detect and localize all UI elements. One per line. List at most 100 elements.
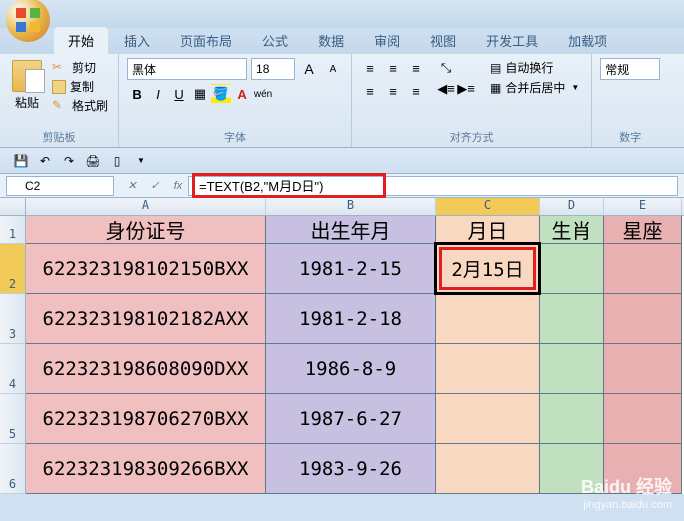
orientation-icon[interactable]: ⤡ <box>436 58 456 78</box>
qat-dropdown-icon[interactable]: ▼ <box>130 151 152 171</box>
cell-C5[interactable] <box>436 394 540 444</box>
tab-数据[interactable]: 数据 <box>304 27 358 54</box>
align-top-icon[interactable]: ≡ <box>360 58 380 78</box>
align-bottom-icon[interactable]: ≡ <box>406 58 426 78</box>
font-family-select[interactable] <box>127 58 247 80</box>
increase-indent-icon[interactable]: ▶≡ <box>456 79 476 99</box>
paste-label: 粘贴 <box>15 94 39 111</box>
number-group-label: 数字 <box>600 129 660 145</box>
copy-button[interactable]: 复制 <box>50 77 110 96</box>
row-header-3[interactable]: 3 <box>0 294 26 344</box>
tab-页面布局[interactable]: 页面布局 <box>166 27 246 54</box>
cell-A4[interactable]: 622323198608090DXX <box>26 344 266 394</box>
save-icon[interactable]: 💾 <box>10 151 32 171</box>
italic-button[interactable]: I <box>148 84 168 104</box>
cell-E4[interactable] <box>604 344 682 394</box>
align-left-icon[interactable]: ≡ <box>360 81 380 101</box>
cell-B4[interactable]: 1986-8-9 <box>266 344 436 394</box>
merge-center-button[interactable]: ▦合并后居中▼ <box>486 78 583 97</box>
border-button[interactable]: ▦ <box>190 84 210 104</box>
row-header-4[interactable]: 4 <box>0 344 26 394</box>
tab-开发工具[interactable]: 开发工具 <box>472 27 552 54</box>
cell-D2[interactable] <box>540 244 604 294</box>
tab-审阅[interactable]: 审阅 <box>360 27 414 54</box>
number-format-select[interactable] <box>600 58 660 80</box>
format-painter-label: 格式刷 <box>72 97 108 114</box>
cell-D1[interactable]: 生肖 <box>540 216 604 244</box>
alignment-group: ≡ ≡ ≡ ≡ ≡ ≡ ⤡ ◀≡ ▶≡ ▤自动换行 ▦合并后居中▼ 对齐方式 <box>352 54 592 147</box>
cell-C6[interactable] <box>436 444 540 494</box>
cell-E3[interactable] <box>604 294 682 344</box>
row-header-2[interactable]: 2 <box>0 244 26 294</box>
cell-B1[interactable]: 出生年月 <box>266 216 436 244</box>
paste-button[interactable]: 粘贴 <box>8 58 46 115</box>
align-right-icon[interactable]: ≡ <box>406 81 426 101</box>
name-box[interactable]: C2 <box>6 176 114 196</box>
cell-D3[interactable] <box>540 294 604 344</box>
row-header-6[interactable]: 6 <box>0 444 26 494</box>
bold-button[interactable]: B <box>127 84 147 104</box>
cell-D4[interactable] <box>540 344 604 394</box>
print-preview-icon[interactable]: 🖨 <box>82 151 104 171</box>
underline-button[interactable]: U <box>169 84 189 104</box>
cell-E2[interactable] <box>604 244 682 294</box>
enter-icon[interactable]: ✓ <box>145 177 165 195</box>
new-icon[interactable]: ▯ <box>106 151 128 171</box>
col-header-B[interactable]: B <box>266 198 436 215</box>
align-middle-icon[interactable]: ≡ <box>383 58 403 78</box>
fill-color-button[interactable]: 🪣 <box>211 84 231 104</box>
row-header-1[interactable]: 1 <box>0 216 26 244</box>
cell-D5[interactable] <box>540 394 604 444</box>
font-color-button[interactable]: A <box>232 84 252 104</box>
cell-B6[interactable]: 1983-9-26 <box>266 444 436 494</box>
cell-B5[interactable]: 1987-6-27 <box>266 394 436 444</box>
copy-icon <box>52 80 66 94</box>
cancel-icon[interactable]: ✕ <box>122 177 142 195</box>
tab-公式[interactable]: 公式 <box>248 27 302 54</box>
font-group-label: 字体 <box>127 129 343 145</box>
redo-icon[interactable]: ↷ <box>58 151 80 171</box>
ribbon-tabs: 开始插入页面布局公式数据审阅视图开发工具加载项 <box>0 28 684 54</box>
increase-font-icon[interactable]: A <box>299 59 319 79</box>
align-center-icon[interactable]: ≡ <box>383 81 403 101</box>
col-header-C[interactable]: C <box>436 198 540 215</box>
format-painter-button[interactable]: ✎格式刷 <box>50 96 110 115</box>
cell-C1[interactable]: 月日 <box>436 216 540 244</box>
cell-B3[interactable]: 1981-2-18 <box>266 294 436 344</box>
decrease-indent-icon[interactable]: ◀≡ <box>436 79 456 99</box>
cell-C3[interactable] <box>436 294 540 344</box>
clipboard-group: 粘贴 ✂剪切 复制 ✎格式刷 剪贴板 <box>0 54 119 147</box>
paste-icon <box>12 60 42 92</box>
column-headers: A B C D E <box>0 198 684 216</box>
select-all-corner[interactable] <box>0 198 26 215</box>
formula-input[interactable]: =TEXT(B2,"M月D日") <box>188 176 678 196</box>
cell-A6[interactable]: 622323198309266BXX <box>26 444 266 494</box>
worksheet-grid[interactable]: A B C D E 1 身份证号 出生年月 月日 生肖 星座 2 6223231… <box>0 198 684 494</box>
dropdown-icon: ▼ <box>571 83 579 92</box>
cell-C4[interactable] <box>436 344 540 394</box>
cell-B2[interactable]: 1981-2-15 <box>266 244 436 294</box>
row-header-5[interactable]: 5 <box>0 394 26 444</box>
tab-开始[interactable]: 开始 <box>54 27 108 54</box>
tab-插入[interactable]: 插入 <box>110 27 164 54</box>
tab-视图[interactable]: 视图 <box>416 27 470 54</box>
cell-A3[interactable]: 622323198102182AXX <box>26 294 266 344</box>
tab-加载项[interactable]: 加载项 <box>554 27 621 54</box>
font-size-select[interactable] <box>251 58 295 80</box>
cut-button[interactable]: ✂剪切 <box>50 58 110 77</box>
col-header-D[interactable]: D <box>540 198 604 215</box>
phonetic-button[interactable]: wén <box>253 84 273 104</box>
fx-icon[interactable]: fx <box>168 177 188 195</box>
cell-A5[interactable]: 622323198706270BXX <box>26 394 266 444</box>
undo-icon[interactable]: ↶ <box>34 151 56 171</box>
decrease-font-icon[interactable]: A <box>323 59 343 79</box>
col-header-A[interactable]: A <box>26 198 266 215</box>
cell-E1[interactable]: 星座 <box>604 216 682 244</box>
cell-E5[interactable] <box>604 394 682 444</box>
office-button[interactable] <box>6 0 50 42</box>
wrap-text-button[interactable]: ▤自动换行 <box>486 58 583 77</box>
col-header-E[interactable]: E <box>604 198 682 215</box>
cell-A2[interactable]: 622323198102150BXX <box>26 244 266 294</box>
cell-A1[interactable]: 身份证号 <box>26 216 266 244</box>
cell-C2[interactable]: 2月15日 <box>436 244 540 294</box>
